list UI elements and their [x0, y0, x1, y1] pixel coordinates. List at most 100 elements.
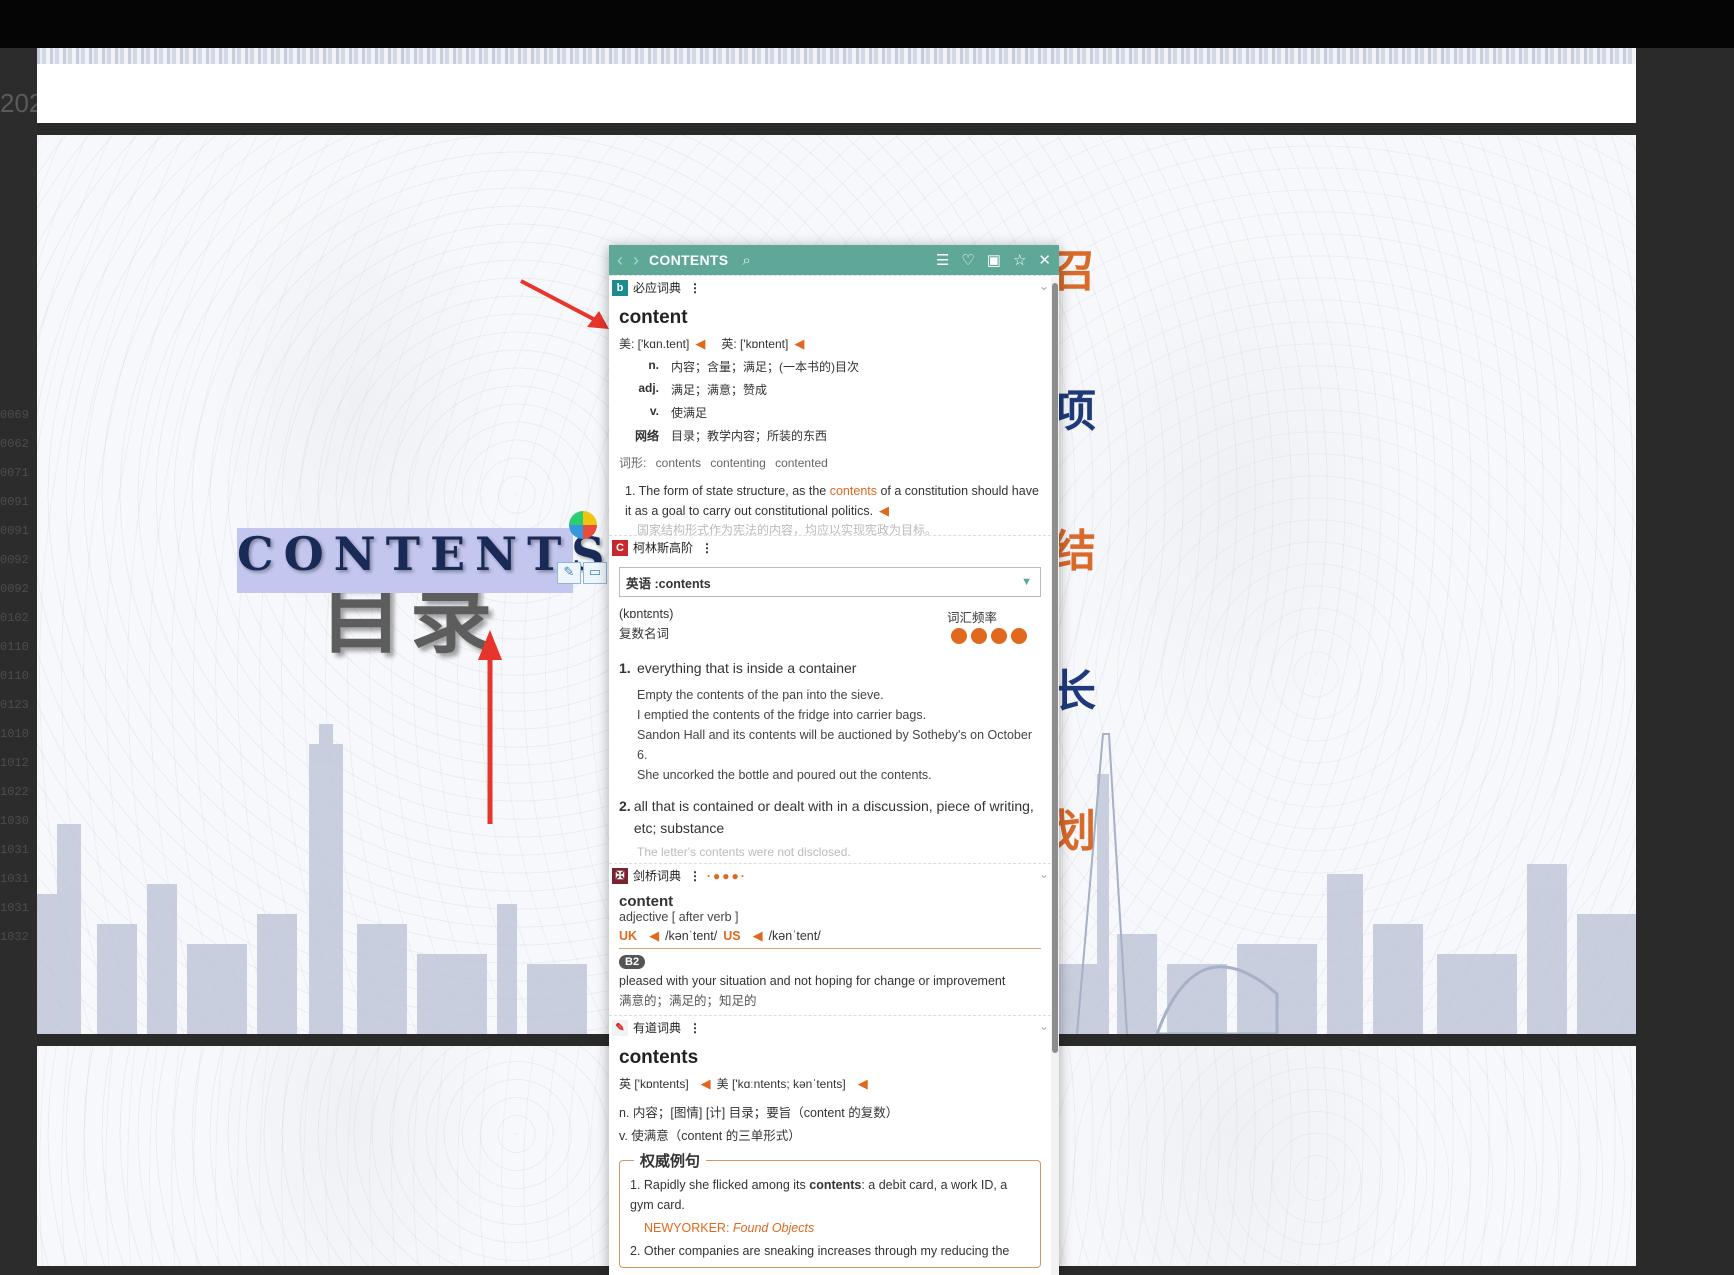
cambridge-section: content adjective [ after verb ] UK ◀ /kə…: [609, 893, 1051, 1009]
us-phonetic: 美: ['kɑn.tent]: [619, 337, 690, 351]
left-gutter: 202 0069 0062 0071 0091 0091 0092 0092 0102 0110…: [0, 48, 37, 1275]
menu-icon[interactable]: ☰: [936, 251, 949, 269]
gutter-year: 202: [0, 88, 37, 118]
uk-ipa: /kənˈtent/: [665, 929, 718, 943]
slide-previous[interactable]: [37, 48, 1636, 123]
collins-section-header[interactable]: C 柯林斯高阶 ⋮: [609, 535, 1051, 559]
annotation-arrow-right: [520, 279, 609, 329]
frequency-dots: [947, 628, 1027, 647]
gutter-number: 0110: [0, 669, 29, 683]
back-icon[interactable]: ‹: [617, 250, 623, 271]
speaker-icon[interactable]: ◀: [649, 928, 659, 944]
gutter-number: 1030: [0, 814, 29, 828]
comment-icon[interactable]: ▭: [583, 562, 607, 584]
sense-text: 使满足: [671, 406, 708, 420]
dict-scrollbar[interactable]: [1051, 275, 1059, 1275]
cambridge-def-cn: 满意的；满足的；知足的: [619, 994, 757, 1008]
more-options-icon[interactable]: ⋮: [689, 869, 701, 883]
authoritative-examples: 权威例句 1. Rapidly she flicked among its co…: [619, 1150, 1041, 1268]
heart-icon[interactable]: ♡: [961, 251, 974, 269]
youdao-sense-1: n. 内容；[图情] [计] 目录；要旨（content 的复数）: [619, 1106, 899, 1120]
dictionary-ball-icon[interactable]: [569, 511, 597, 539]
collins-example-2: The letter's contents were not disclosed…: [637, 845, 851, 859]
gutter-number: 0062: [0, 437, 29, 451]
speaker-icon[interactable]: ◀: [794, 336, 804, 351]
cambridge-section-header[interactable]: ✠ 剑桥词典 ⋮ ·●●●· ⌄: [609, 863, 1051, 887]
close-icon[interactable]: ✕: [1038, 251, 1051, 269]
chevron-down-icon[interactable]: ⌄: [1039, 279, 1049, 293]
speaker-icon[interactable]: ◀: [753, 928, 763, 944]
youdao-example-2: 2. Other companies are sneaking increase…: [630, 1244, 1010, 1258]
freq-label: 词汇频率: [947, 611, 998, 625]
cambridge-headword: content: [619, 893, 674, 910]
uk-phonetic: 英 ['kɒntents]: [619, 1077, 689, 1091]
us-phonetic: 美 ['kɑːntents; kənˈtents]: [716, 1077, 846, 1091]
bing-section: content 美: ['kɑn.tent] ◀ 英: ['kɒntent] ◀ n…: [609, 307, 1051, 535]
top-bar: [0, 0, 1734, 48]
dictionary-popup[interactable]: ‹ › CONTENTS ⌕ ☰ ♡ ▣ ☆ ✕ b 必应词典 ⋮ ⌄ cont…: [609, 245, 1059, 1275]
collins-examples: Empty the contents of the pan into the s…: [637, 688, 1032, 782]
box-title: 权威例句: [634, 1150, 707, 1171]
gutter-number: 0071: [0, 466, 29, 480]
speaker-icon[interactable]: ◀: [879, 503, 889, 518]
more-options-icon[interactable]: ⋮: [689, 1021, 701, 1035]
gutter-number: 0123: [0, 698, 29, 712]
uk-phonetic: 英: ['kɒntent]: [721, 337, 789, 351]
dict-header: ‹ › CONTENTS ⌕ ☰ ♡ ▣ ☆ ✕: [609, 245, 1059, 275]
youdao-example-1: 1. Rapidly she flicked among its content…: [630, 1178, 1008, 1212]
collins-logo-icon: C: [612, 539, 628, 556]
us-ipa: /kənˈtent/: [768, 929, 821, 943]
cambridge-logo-icon: ✠: [612, 867, 628, 884]
bing-section-header[interactable]: b 必应词典 ⋮ ⌄: [609, 275, 1051, 299]
example-source[interactable]: NEWYORKER: Found Objects: [644, 1221, 1030, 1235]
scrollbar-thumb[interactable]: [1052, 283, 1058, 1053]
gutter-number: 0110: [0, 640, 29, 654]
collins-section: 英语 :contents ▼ (kɒntɛnts) 复数名词 词汇频率 1. eve…: [609, 567, 1051, 863]
bing-example: 1. The form of state structure, as the c…: [625, 484, 1039, 518]
chevron-down-icon[interactable]: ⌄: [1039, 1019, 1049, 1033]
right-gutter: [1636, 48, 1734, 1275]
edit-pen-icon[interactable]: ✎: [557, 562, 581, 584]
pos-label: n.: [648, 358, 659, 372]
skyline-strip: [37, 48, 1636, 64]
gutter-number: 0092: [0, 582, 29, 596]
speaker-icon[interactable]: ◀: [701, 1076, 711, 1092]
def-number: 1.: [619, 660, 631, 676]
bing-logo-icon: b: [612, 279, 628, 296]
sense-text: 目录；教学内容；所装的东西: [671, 429, 828, 443]
speaker-icon[interactable]: ◀: [695, 336, 705, 351]
selection-toolbar: ✎ ▭: [557, 561, 609, 584]
collins-select[interactable]: 英语 :contents ▼: [619, 567, 1041, 597]
youdao-logo-icon: ✎: [612, 1019, 628, 1036]
dropdown-caret-icon[interactable]: ▼: [1021, 576, 1032, 588]
annotation-arrow-up: [478, 630, 502, 824]
bing-example-cn: 国家结构形式作为宪法的内容，均应以实现宪政为目标。: [637, 523, 938, 535]
sense-text: 满足；满意；赞成: [671, 383, 768, 397]
collins-def-1: everything that is inside a container: [637, 660, 857, 676]
cambridge-pos: adjective [ after verb ]: [619, 910, 739, 924]
youdao-name: 有道词典: [633, 1021, 682, 1035]
pos-label: adj.: [638, 381, 659, 395]
book-icon[interactable]: ▣: [987, 251, 1001, 269]
us-label: US: [723, 929, 741, 943]
speaker-icon[interactable]: ◀: [858, 1076, 868, 1092]
pos-label: v.: [649, 404, 659, 418]
more-options-icon[interactable]: ⋮: [689, 281, 701, 295]
search-icon[interactable]: ⌕: [742, 252, 750, 269]
bing-name: 必应词典: [633, 281, 682, 295]
youdao-sense-2: v. 使满意（content 的三单形式）: [619, 1129, 801, 1143]
collins-pron: (kɒntɛnts): [619, 607, 674, 621]
chevron-down-icon[interactable]: ⌄: [1039, 867, 1049, 881]
cambridge-def: pleased with your situation and not hopi…: [619, 974, 1006, 988]
gutter-number: 0102: [0, 611, 29, 625]
sense-text: 内容；含量；满足；(一本书的)目次: [671, 360, 859, 374]
youdao-section-header[interactable]: ✎ 有道词典 ⋮ ⌄: [609, 1015, 1051, 1039]
forward-icon[interactable]: ›: [633, 250, 639, 271]
star-icon[interactable]: ☆: [1013, 251, 1026, 269]
dict-body[interactable]: b 必应词典 ⋮ ⌄ content 美: ['kɑn.tent] ◀ 英: ['…: [609, 275, 1051, 1275]
gutter-number: 0091: [0, 524, 29, 538]
frequency-dot: [971, 628, 987, 644]
uk-label: UK: [619, 929, 638, 943]
more-options-icon[interactable]: ⋮: [701, 541, 713, 555]
def-number: 2.: [619, 798, 631, 814]
